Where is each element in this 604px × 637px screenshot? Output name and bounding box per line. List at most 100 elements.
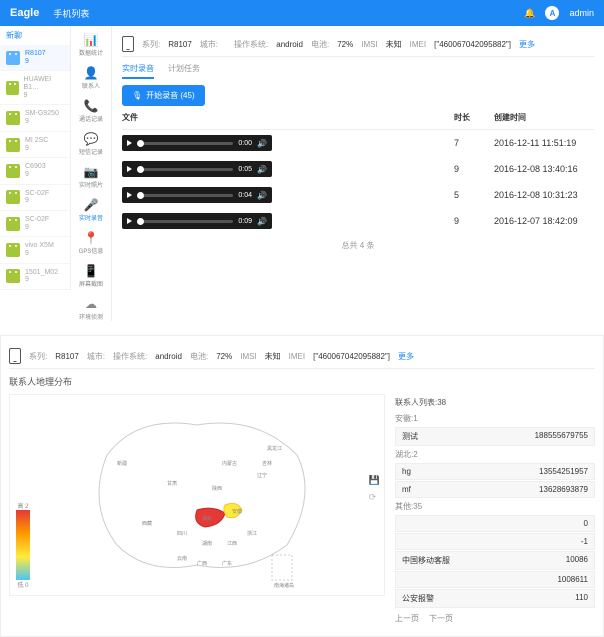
more-link[interactable]: 更多 — [398, 351, 414, 362]
phone-icon — [9, 348, 21, 364]
svg-text:西藏: 西藏 — [142, 520, 152, 527]
contact-row[interactable]: hg13554251957 — [395, 463, 595, 480]
volume-icon[interactable]: 🔊 — [257, 139, 267, 148]
device-item[interactable]: R81079 — [0, 45, 70, 71]
device-battery: 72% — [337, 40, 353, 49]
nav-photos[interactable]: 📷实时照片 — [79, 166, 103, 189]
device-item[interactable]: SC-02F9 — [0, 211, 70, 237]
pin-icon: 📍 — [84, 232, 99, 244]
contact-row[interactable]: 测试188555679755 — [395, 427, 595, 446]
play-icon[interactable] — [127, 140, 132, 146]
audio-player[interactable]: 0:04🔊 — [122, 187, 272, 203]
svg-text:云南: 云南 — [177, 555, 187, 562]
svg-text:湖南: 湖南 — [202, 540, 212, 547]
person-icon: 👤 — [84, 67, 99, 79]
svg-text:安徽: 安徽 — [232, 508, 242, 515]
svg-text:浙江: 浙江 — [247, 530, 257, 537]
table-row: 0:05🔊 9 2016-12-08 13:40:16 — [122, 156, 594, 182]
play-icon[interactable] — [127, 218, 132, 224]
nav-sms[interactable]: 💬短信记录 — [79, 133, 103, 156]
geo-panel: 系列:R8107 城市: 操作系统:android 电池:72% IMSI未知 … — [0, 335, 604, 637]
phone-icon: 📞 — [84, 100, 99, 112]
map-legend: 高 2 低 0 — [16, 501, 30, 589]
contact-list-header: 联系人列表:38 — [395, 394, 595, 411]
svg-text:黑龙江: 黑龙江 — [267, 445, 282, 452]
nav-stats[interactable]: 📊数据统计 — [79, 34, 103, 57]
android-icon — [6, 111, 20, 125]
map-title: 联系人地理分布 — [9, 369, 595, 394]
save-icon[interactable]: 💾 — [369, 475, 380, 486]
audio-player[interactable]: 0:09🔊 — [122, 213, 272, 229]
nav-phones[interactable]: 手机列表 — [53, 7, 89, 20]
message-icon: 💬 — [84, 133, 99, 145]
android-icon — [6, 164, 20, 178]
volume-icon[interactable]: 🔊 — [257, 217, 267, 226]
device-header: 系列:R8107 城市: 操作系统:android 电池:72% IMSI未知 … — [9, 344, 595, 369]
device-model: R8107 — [168, 40, 192, 49]
prev-page[interactable]: 上一页 — [395, 613, 419, 624]
device-item[interactable]: 1501_M029 — [0, 264, 70, 290]
device-item[interactable]: C69039 — [0, 158, 70, 184]
device-item[interactable]: SM-G92509 — [0, 105, 70, 131]
svg-text:陕西: 陕西 — [212, 485, 222, 492]
record-icon: 🎙 — [132, 91, 142, 100]
table-footer: 总共 4 条 — [122, 234, 594, 257]
contact-row[interactable]: 中国移动客服10086 — [395, 551, 595, 570]
start-record-button[interactable]: 🎙 开始录音 (45) — [122, 85, 205, 106]
android-icon — [6, 51, 20, 65]
svg-text:江西: 江西 — [227, 540, 237, 547]
phone-icon — [122, 36, 134, 52]
tab-scheduled[interactable]: 计划任务 — [168, 63, 200, 79]
audio-player[interactable]: 0:00🔊 — [122, 135, 272, 151]
android-icon — [6, 81, 19, 95]
next-page[interactable]: 下一页 — [429, 613, 453, 624]
contact-row[interactable]: 0 — [395, 515, 595, 532]
username[interactable]: admin — [569, 8, 594, 18]
contact-row[interactable]: -1 — [395, 533, 595, 550]
device-item[interactable]: MI 2SC9 — [0, 132, 70, 158]
play-icon[interactable] — [127, 192, 132, 198]
contact-row[interactable]: 1008611 — [395, 571, 595, 588]
android-icon — [6, 190, 20, 204]
camera-icon: 📷 — [84, 166, 99, 178]
audio-player[interactable]: 0:05🔊 — [122, 161, 272, 177]
svg-text:内蒙古: 内蒙古 — [222, 460, 237, 467]
nav-gps[interactable]: 📍GPS信息 — [79, 232, 104, 255]
nav-contacts[interactable]: 👤联系人 — [82, 67, 100, 90]
device-item[interactable]: vivo X5M9 — [0, 237, 70, 263]
android-icon — [6, 243, 20, 257]
notification-icon[interactable]: 🔔 — [524, 8, 535, 19]
device-item[interactable]: SC-02F9 — [0, 185, 70, 211]
play-icon[interactable] — [127, 166, 132, 172]
android-icon — [6, 269, 20, 283]
tab-realtime[interactable]: 实时录音 — [122, 63, 154, 79]
table-row: 0:09🔊 9 2016-12-07 18:42:09 — [122, 208, 594, 234]
device-item[interactable]: HUAWEI B1…9 — [0, 71, 70, 105]
sidebar-refresh[interactable]: 新聊 — [0, 26, 70, 45]
contact-list: 联系人列表:38 安徽:1 测试188555679755 湖北:2 hg1355… — [395, 394, 595, 628]
android-icon — [6, 138, 20, 152]
more-link[interactable]: 更多 — [519, 39, 535, 50]
volume-icon[interactable]: 🔊 — [257, 191, 267, 200]
contact-row[interactable]: mf13628693879 — [395, 481, 595, 498]
svg-text:甘肃: 甘肃 — [167, 480, 177, 487]
refresh-icon[interactable]: ⟳ — [369, 492, 380, 503]
nav-audio[interactable]: 🎤实时录音 — [79, 199, 103, 222]
svg-text:广西: 广西 — [197, 560, 207, 567]
svg-text:湖北: 湖北 — [202, 515, 212, 522]
volume-icon[interactable]: 🔊 — [257, 165, 267, 174]
avatar[interactable]: A — [545, 6, 559, 20]
cloud-icon: ☁ — [85, 298, 97, 310]
phone-icon: 📱 — [84, 265, 99, 277]
nav-env[interactable]: ☁环境侦测 — [79, 298, 103, 321]
china-map[interactable]: 新疆 甘肃 西藏 四川 陕西 湖北 安徽 湖南 江西 浙江 内蒙古 黑龙江 吉林… — [9, 394, 385, 596]
nav-screenshot[interactable]: 📱屏幕截图 — [79, 265, 103, 288]
tabs: 实时录音 计划任务 — [122, 57, 594, 85]
nav-calls[interactable]: 📞通话记录 — [79, 100, 103, 123]
category-nav: 📊数据统计 👤联系人 📞通话记录 💬短信记录 📷实时照片 🎤实时录音 📍GPS信… — [71, 26, 112, 321]
svg-text:新疆: 新疆 — [117, 460, 127, 467]
svg-text:吉林: 吉林 — [262, 460, 272, 467]
col-file: 文件 — [122, 112, 454, 123]
chart-icon: 📊 — [84, 34, 99, 46]
contact-row[interactable]: 公安报警110 — [395, 589, 595, 608]
